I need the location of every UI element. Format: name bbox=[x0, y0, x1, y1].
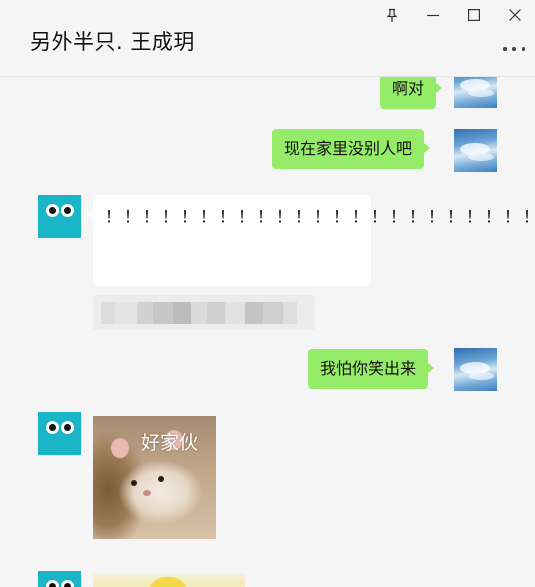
message-bubble-self[interactable]: 啊对 bbox=[380, 77, 443, 109]
more-icon bbox=[503, 47, 507, 51]
sticker-caption: 好家伙 bbox=[141, 432, 199, 454]
minimize-button[interactable] bbox=[421, 4, 445, 26]
avatar-self[interactable] bbox=[454, 348, 497, 391]
message-list[interactable]: 啊对 现在家里没别人吧 ！！！！！！！！！！！！！！！！！！！！！！！！！！！！… bbox=[0, 77, 535, 587]
avatar-other[interactable] bbox=[38, 412, 81, 455]
pin-button[interactable] bbox=[380, 4, 404, 26]
close-icon bbox=[509, 9, 521, 21]
title-bar: 另外半只. 王成玥 bbox=[0, 0, 535, 77]
message-bubble-self[interactable]: 我怕你笑出来 bbox=[308, 349, 435, 389]
chat-title: 另外半只. 王成玥 bbox=[30, 30, 195, 54]
hamster-sticker[interactable]: 好家伙 bbox=[93, 416, 216, 539]
message-bubble-self[interactable]: 现在家里没别人吧 bbox=[272, 129, 431, 169]
chat-window: 另外半只. 王成玥 啊对 现在家里没别人吧 ！！！！！！！！！！！！！！！！！！… bbox=[0, 0, 535, 587]
pin-icon bbox=[386, 8, 398, 22]
eye-icon bbox=[46, 421, 59, 434]
image-message[interactable] bbox=[93, 573, 245, 587]
message-text: ！！！！！！！！！！！！！！！！！！！！！！！！！！！！！！！ bbox=[105, 207, 535, 226]
eye-icon bbox=[46, 204, 59, 217]
eye-icon bbox=[61, 204, 74, 217]
eye-icon bbox=[61, 580, 74, 587]
eye-icon bbox=[46, 580, 59, 587]
blurred-message[interactable] bbox=[93, 295, 315, 330]
avatar-self[interactable] bbox=[454, 129, 497, 172]
eye-icon bbox=[61, 421, 74, 434]
minimize-icon bbox=[427, 14, 439, 17]
more-button[interactable] bbox=[503, 42, 525, 56]
message-bubble-other[interactable]: ！！！！！！！！！！！！！！！！！！！！！！！！！！！！！！！ bbox=[87, 195, 535, 286]
maximize-button[interactable] bbox=[462, 4, 486, 26]
avatar-self[interactable] bbox=[454, 77, 497, 108]
maximize-icon bbox=[468, 9, 480, 21]
close-button[interactable] bbox=[503, 4, 527, 26]
avatar-other[interactable] bbox=[38, 195, 81, 238]
avatar-other[interactable] bbox=[38, 571, 81, 587]
